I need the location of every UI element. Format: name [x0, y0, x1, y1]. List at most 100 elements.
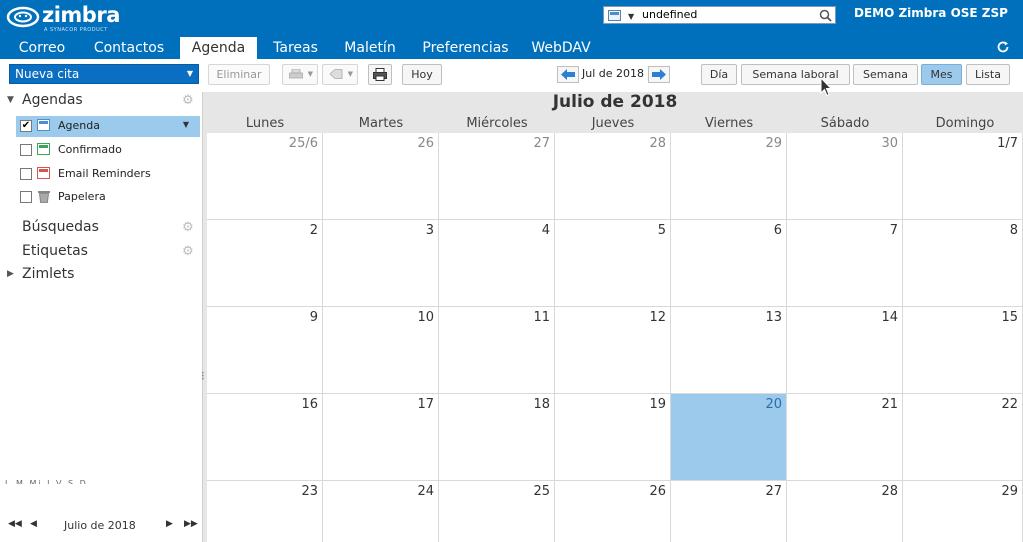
day-cell[interactable]: 2 [207, 220, 323, 307]
day-number[interactable]: 9 [310, 310, 318, 325]
day-cell[interactable]: 29 [671, 133, 787, 220]
day-number[interactable]: 14 [881, 310, 898, 325]
chevron-down-icon[interactable]: ▼ [187, 65, 193, 83]
calendar-item-confirmado[interactable]: Confirmado [16, 140, 200, 161]
day-cell[interactable]: 11 [439, 307, 555, 394]
day-cell[interactable]: 14 [787, 307, 903, 394]
agendas-header[interactable]: ▼ Agendas ⚙ [0, 92, 200, 112]
calendar-item-papelera[interactable]: Papelera [16, 187, 200, 208]
day-cell[interactable]: 29 [903, 481, 1023, 542]
day-cell[interactable]: 9 [207, 307, 323, 394]
day-cell[interactable]: 22 [903, 394, 1023, 481]
tags-header[interactable]: Etiquetas ⚙ [0, 243, 200, 263]
tab-webdav[interactable]: WebDAV [526, 37, 596, 59]
tab-preferencias[interactable]: Preferencias [413, 37, 518, 59]
day-cell[interactable]: 6 [671, 220, 787, 307]
previous-button[interactable] [557, 66, 579, 83]
expand-arrow-icon[interactable]: ▶ [7, 269, 14, 279]
day-number[interactable]: 5 [658, 223, 666, 238]
day-cell[interactable]: 18 [439, 394, 555, 481]
search-icon[interactable] [819, 9, 832, 22]
day-cell[interactable]: 16 [207, 394, 323, 481]
day-number[interactable]: 2 [310, 223, 318, 238]
next-month-icon[interactable]: ▶ [166, 519, 173, 529]
day-number[interactable]: 26 [417, 136, 434, 151]
day-number[interactable]: 21 [881, 397, 898, 412]
day-number[interactable]: 27 [765, 484, 782, 499]
day-cell[interactable]: 28 [555, 133, 671, 220]
view-day-button[interactable]: Día [701, 64, 737, 85]
day-number[interactable]: 3 [426, 223, 434, 238]
checkbox[interactable] [20, 168, 32, 180]
tab-maletin[interactable]: Maletín [337, 37, 403, 59]
zimlets-header[interactable]: ▶ Zimlets [0, 266, 200, 286]
day-number[interactable]: 26 [649, 484, 666, 499]
day-number[interactable]: 11 [533, 310, 550, 325]
previous-month-icon[interactable]: ◀ [30, 519, 37, 529]
previous-year-icon[interactable]: ◀◀ [8, 519, 22, 529]
day-cell[interactable]: 15 [903, 307, 1023, 394]
tab-tareas[interactable]: Tareas [264, 37, 327, 59]
day-cell[interactable]: 24 [323, 481, 439, 542]
checkbox[interactable] [20, 144, 32, 156]
day-number[interactable]: 6 [774, 223, 782, 238]
day-number[interactable]: 1/7 [997, 136, 1018, 151]
today-button[interactable]: Hoy [402, 64, 442, 85]
gear-icon[interactable]: ⚙ [182, 221, 194, 234]
day-number[interactable]: 30 [881, 136, 898, 151]
search-input[interactable]: undefined [642, 8, 697, 21]
view-week-button[interactable]: Semana [853, 64, 918, 85]
searches-header[interactable]: Búsquedas ⚙ [0, 219, 200, 239]
day-cell[interactable]: 12 [555, 307, 671, 394]
chevron-down-icon[interactable]: ▼ [183, 120, 189, 129]
tab-agenda[interactable]: Agenda [180, 37, 257, 59]
day-cell[interactable]: 25 [439, 481, 555, 542]
user-menu[interactable]: DEMO Zimbra OSE ZSP [854, 6, 1008, 20]
day-number[interactable]: 13 [765, 310, 782, 325]
day-cell[interactable]: 25/6 [207, 133, 323, 220]
refresh-icon[interactable] [996, 40, 1010, 54]
view-month-button[interactable]: Mes [921, 64, 962, 85]
day-cell[interactable]: 17 [323, 394, 439, 481]
day-number[interactable]: 25/6 [289, 136, 318, 151]
day-cell[interactable]: 26 [555, 481, 671, 542]
day-cell[interactable]: 7 [787, 220, 903, 307]
day-cell[interactable]: 13 [671, 307, 787, 394]
day-cell[interactable]: 8 [903, 220, 1023, 307]
day-cell[interactable]: 27 [439, 133, 555, 220]
print-options-button[interactable]: ▼ [282, 64, 318, 85]
day-cell[interactable]: 10 [323, 307, 439, 394]
day-number[interactable]: 7 [890, 223, 898, 238]
new-appointment-button[interactable]: Nueva cita ▼ [9, 64, 199, 84]
calendar-item-agenda[interactable]: ✔ Agenda ▼ [16, 116, 200, 137]
day-number[interactable]: 18 [533, 397, 550, 412]
day-cell[interactable]: 19 [555, 394, 671, 481]
day-number[interactable]: 24 [417, 484, 434, 499]
day-number[interactable]: 15 [1001, 310, 1018, 325]
day-number[interactable]: 20 [765, 397, 782, 412]
day-cell[interactable]: 5 [555, 220, 671, 307]
next-button[interactable] [648, 66, 670, 83]
gear-icon[interactable]: ⚙ [182, 245, 194, 258]
tag-button[interactable]: ▼ [322, 64, 358, 85]
day-cell[interactable]: 3 [323, 220, 439, 307]
day-cell[interactable]: 1/7 [903, 133, 1023, 220]
day-cell[interactable]: 30 [787, 133, 903, 220]
day-number[interactable]: 29 [765, 136, 782, 151]
delete-button[interactable]: Eliminar [208, 64, 270, 85]
search-box[interactable]: ▼ undefined [603, 6, 836, 24]
day-number[interactable]: 16 [301, 397, 318, 412]
zimbra-logo[interactable]: zimbra A SYNACOR PRODUCT [4, 2, 120, 34]
next-year-icon[interactable]: ▶▶ [184, 519, 198, 529]
tab-correo[interactable]: Correo [9, 37, 75, 59]
day-number[interactable]: 19 [649, 397, 666, 412]
day-cell[interactable]: 21 [787, 394, 903, 481]
day-number[interactable]: 8 [1010, 223, 1018, 238]
splitter-grip-icon[interactable]: • • • [201, 371, 205, 384]
collapse-arrow-icon[interactable]: ▼ [7, 95, 14, 105]
day-cell-today[interactable]: 20 [671, 394, 787, 481]
day-number[interactable]: 4 [542, 223, 550, 238]
day-number[interactable]: 27 [533, 136, 550, 151]
view-list-button[interactable]: Lista [966, 64, 1010, 85]
tab-contactos[interactable]: Contactos [84, 37, 174, 59]
